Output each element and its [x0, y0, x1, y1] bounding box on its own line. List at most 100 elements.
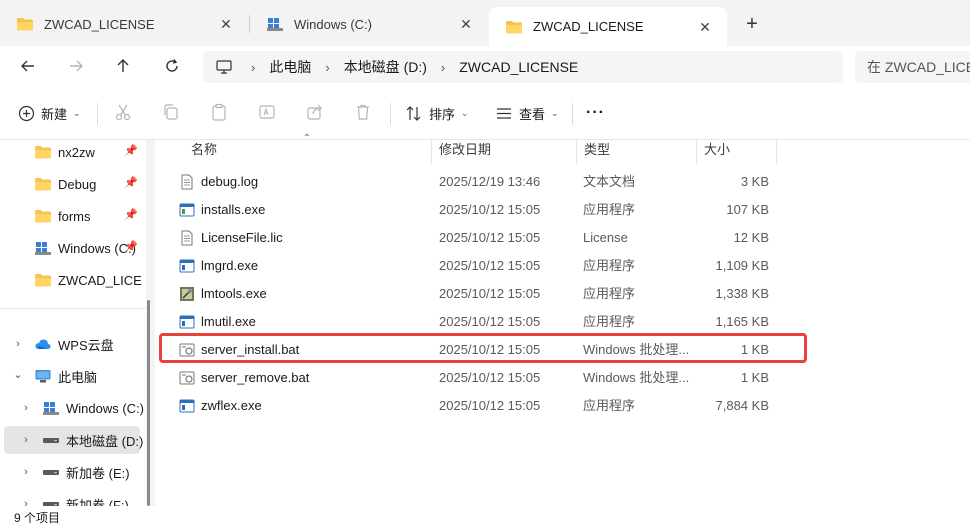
chevron-right-icon[interactable]: ›	[20, 402, 32, 414]
table-row[interactable]: server_remove.bat 2025/10/12 15:05 Windo…	[161, 364, 811, 392]
sort-button[interactable]: 排序 ⌄	[405, 99, 469, 127]
copy-button[interactable]	[160, 101, 182, 123]
new-tab-button[interactable]: +	[741, 14, 763, 36]
file-date: 2025/10/12 15:05	[439, 286, 541, 301]
table-row[interactable]: lmutil.exe 2025/10/12 15:05 应用程序 1,165 K…	[161, 308, 811, 336]
file-type: 文本文档	[583, 174, 636, 189]
file-size: 1,338 KB	[715, 286, 770, 301]
sidebar-item-label: forms	[58, 208, 91, 224]
chevron-right-icon[interactable]: ›	[20, 466, 32, 478]
file-date: 2025/10/12 15:05	[439, 258, 541, 273]
breadcrumb-this-pc[interactable]: 此电脑	[269, 57, 311, 77]
sidebar-item-new-volume-f[interactable]: › 新加卷 (F:)	[0, 490, 146, 506]
sidebar-item-zwcad-license[interactable]: ZWCAD_LICENSE	[0, 266, 146, 294]
chevron-right-icon[interactable]: ›	[251, 60, 255, 75]
chevron-down-icon: ⌄	[551, 107, 559, 118]
pin-icon[interactable]: 📌	[124, 240, 138, 254]
paste-button[interactable]	[208, 101, 230, 123]
scrollbar-thumb[interactable]	[147, 300, 150, 506]
file-name: debug.log	[201, 174, 259, 189]
annotation-highlight-box	[159, 333, 807, 363]
new-button[interactable]: 新建 ⌄	[18, 99, 81, 127]
tab-zwcad-license-1[interactable]: ZWCAD_LICENSE ✕	[0, 7, 248, 41]
share-button[interactable]	[304, 101, 326, 123]
back-button[interactable]	[16, 54, 40, 78]
up-button[interactable]	[111, 54, 135, 78]
close-icon[interactable]: ✕	[218, 16, 234, 32]
sidebar-item-new-volume-e[interactable]: › 新加卷 (E:)	[0, 458, 146, 486]
arrow-left-icon	[21, 60, 34, 72]
hdd-icon	[42, 464, 60, 480]
table-row[interactable]: lmgrd.exe 2025/10/12 15:05 应用程序 1,109 KB	[161, 252, 811, 280]
column-divider[interactable]	[776, 140, 777, 164]
file-type: License	[583, 230, 628, 245]
chevron-right-icon[interactable]: ›	[20, 434, 32, 446]
table-row[interactable]: debug.log 2025/12/19 13:46 文本文档 3 KB	[161, 168, 811, 196]
drive-icon	[42, 400, 60, 416]
rename-button[interactable]	[256, 101, 278, 123]
table-row[interactable]: LicenseFile.lic 2025/10/12 15:05 License…	[161, 224, 811, 252]
folder-icon	[17, 18, 33, 31]
more-options-button[interactable]: ···	[586, 99, 605, 127]
table-row[interactable]: zwflex.exe 2025/10/12 15:05 应用程序 7,884 K…	[161, 392, 811, 420]
sidebar-item-local-disk-d[interactable]: › 本地磁盘 (D:)	[4, 426, 144, 454]
file-name: installs.exe	[201, 202, 266, 217]
sidebar-item-wps-cloud[interactable]: › WPS云盘	[0, 330, 146, 358]
file-type: 应用程序	[583, 286, 636, 301]
tab-label: Windows (C:)	[294, 16, 373, 32]
sidebar-item-debug[interactable]: Debug 📌	[0, 170, 146, 198]
pin-icon[interactable]: 📌	[124, 176, 138, 190]
breadcrumb-local-disk-d[interactable]: 本地磁盘 (D:)	[344, 57, 427, 77]
delete-button[interactable]	[352, 101, 374, 123]
sidebar-scrollbar[interactable]	[146, 300, 150, 506]
sidebar-item-tree-windows-c[interactable]: › Windows (C:)	[0, 394, 146, 422]
scissors-icon	[115, 104, 131, 121]
close-icon[interactable]: ✕	[458, 16, 474, 32]
drive-icon	[34, 240, 52, 256]
sidebar-item-this-pc[interactable]: ⌄ 此电脑	[0, 362, 146, 390]
sidebar-item-nx2zw[interactable]: nx2zw 📌	[0, 140, 146, 166]
search-placeholder: 在 ZWCAD_LICENSE 中搜索	[867, 59, 970, 75]
exe-icon	[179, 203, 195, 217]
pin-icon[interactable]: 📌	[124, 144, 138, 158]
sidebar-item-label: 本地磁盘 (D:)	[66, 433, 144, 449]
address-bar[interactable]: › 此电脑 › 本地磁盘 (D:) › ZWCAD_LICENSE	[203, 51, 843, 83]
sort-label: 排序	[429, 106, 456, 122]
cut-button[interactable]	[112, 101, 134, 123]
sidebar-item-label: Debug	[58, 176, 97, 192]
share-icon	[307, 104, 322, 120]
chevron-down-icon[interactable]: ⌄	[12, 369, 24, 381]
column-header-date[interactable]: 修改日期	[431, 140, 576, 164]
file-name: zwflex.exe	[201, 398, 262, 413]
file-size: 107 KB	[726, 202, 769, 217]
chevron-right-icon[interactable]: ›	[441, 60, 445, 75]
sidebar-item-windows-c[interactable]: Windows (C:) 📌	[0, 234, 146, 262]
folder-icon	[34, 176, 52, 192]
tab-zwcad-license-active[interactable]: ZWCAD_LICENSE ✕	[489, 7, 727, 46]
search-input[interactable]: 在 ZWCAD_LICENSE 中搜索	[855, 51, 970, 83]
sidebar-item-forms[interactable]: forms 📌	[0, 202, 146, 230]
chevron-right-icon[interactable]: ›	[20, 498, 32, 506]
file-type: 应用程序	[583, 202, 636, 217]
table-row[interactable]: lmtools.exe 2025/10/12 15:05 应用程序 1,338 …	[161, 280, 811, 308]
column-header-size[interactable]: 大小	[696, 140, 776, 164]
pin-icon[interactable]: 📌	[124, 208, 138, 222]
file-list: ⌃ 名称 修改日期 类型 大小 debug.log 2025/12/19 13:…	[155, 133, 970, 506]
forward-button[interactable]	[64, 54, 88, 78]
chevron-down-icon: ⌄	[73, 107, 81, 118]
divider	[97, 103, 98, 125]
breadcrumb-zwcad-license[interactable]: ZWCAD_LICENSE	[459, 59, 578, 75]
new-label: 新建	[41, 106, 68, 122]
plus-circle-icon	[18, 105, 35, 121]
folder-icon	[34, 272, 52, 288]
column-header-name[interactable]: 名称	[183, 140, 431, 164]
refresh-button[interactable]	[160, 54, 184, 78]
view-button[interactable]: 查看 ⌄	[495, 99, 559, 127]
column-header-type[interactable]: 类型	[576, 140, 696, 164]
table-row[interactable]: installs.exe 2025/10/12 15:05 应用程序 107 K…	[161, 196, 811, 224]
chevron-right-icon[interactable]: ›	[325, 60, 329, 75]
hdd-icon	[42, 432, 60, 448]
chevron-right-icon[interactable]: ›	[12, 338, 24, 350]
close-icon[interactable]: ✕	[697, 19, 713, 35]
tab-windows-c[interactable]: Windows (C:) ✕	[250, 7, 488, 41]
